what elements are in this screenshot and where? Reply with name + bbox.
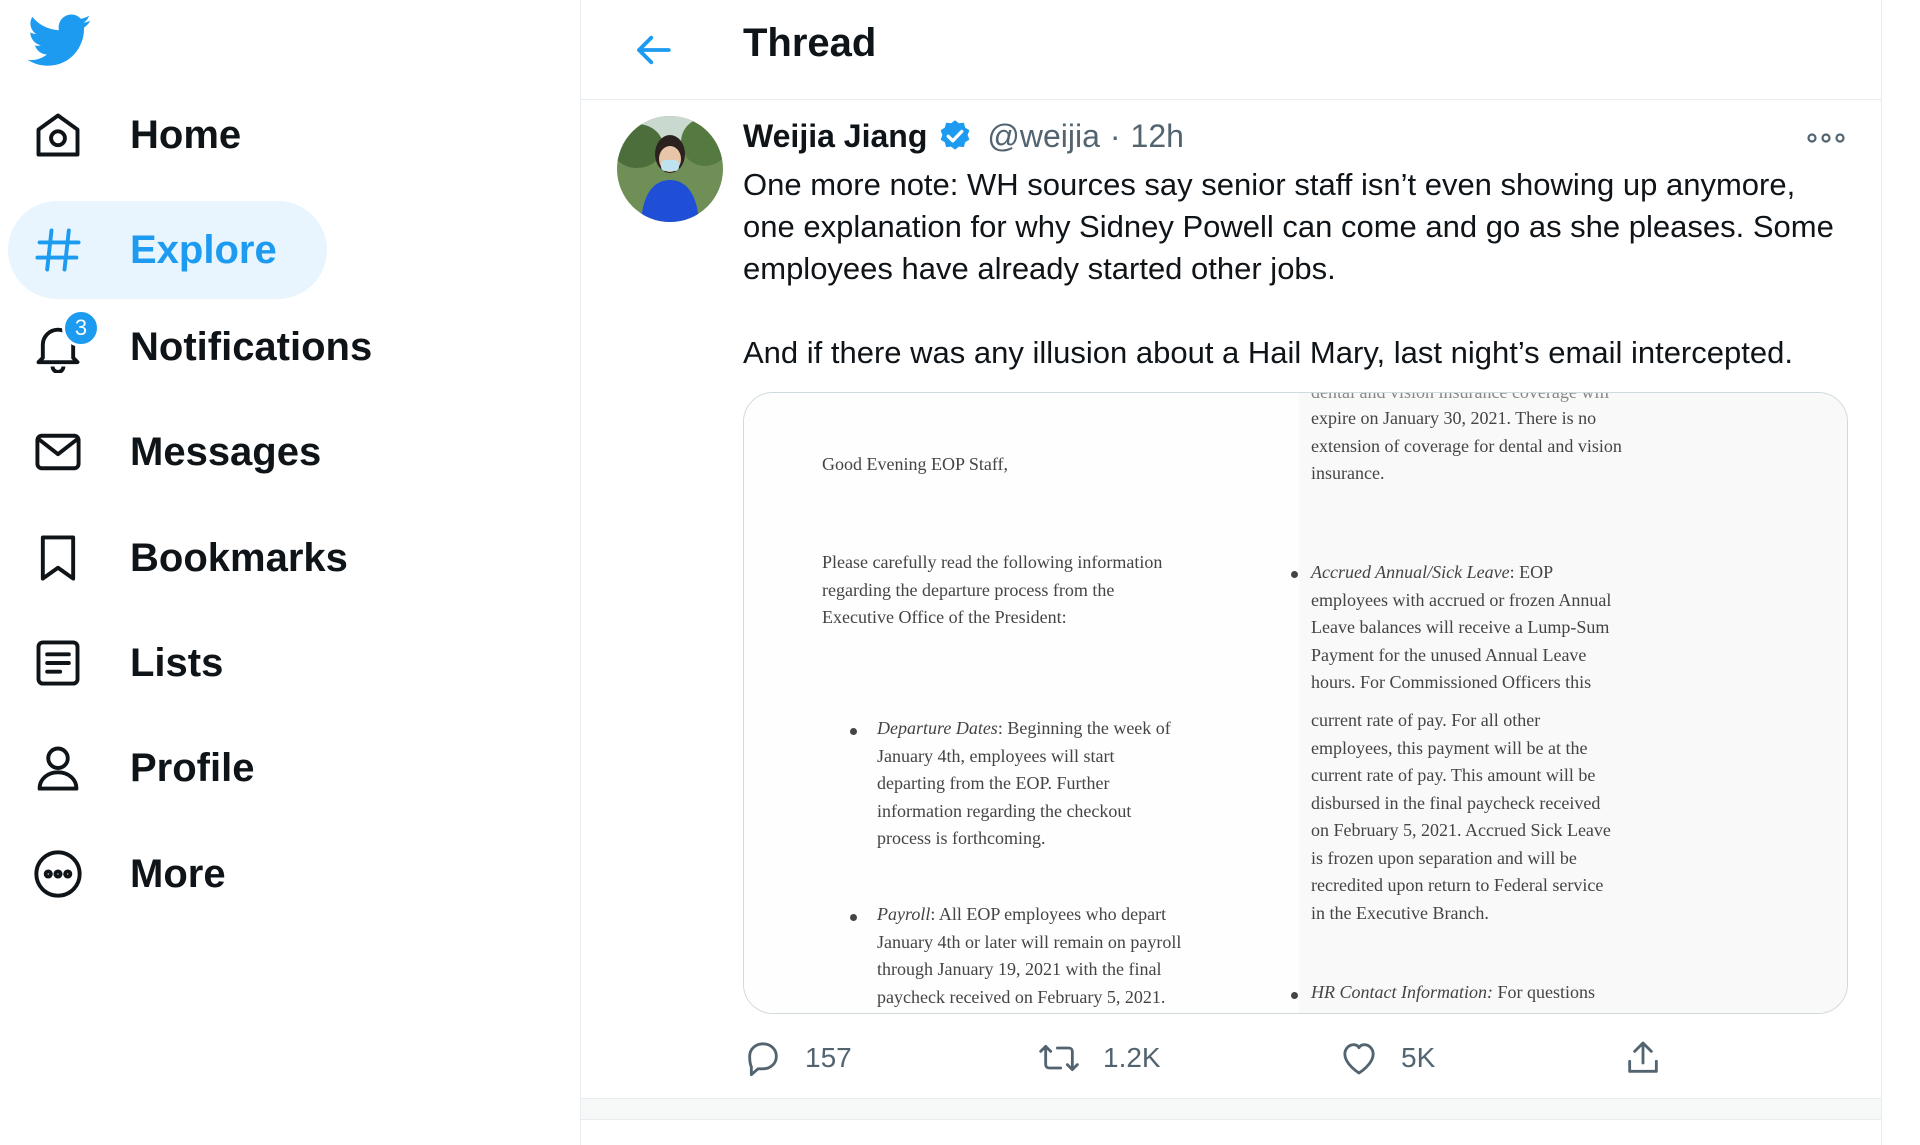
like-button[interactable]: 5K (1339, 1030, 1435, 1086)
section-divider (581, 1098, 1881, 1120)
reply-icon (748, 1042, 778, 1077)
author-handle[interactable]: @weijia (987, 118, 1100, 155)
retweet-button[interactable]: 1.2K (1037, 1030, 1161, 1086)
main-column: Thread Weijia Jiang @weijia · 12h One mo… (580, 0, 1882, 1145)
doc-bullet-departure: Departure Dates: Beginning the week of J… (877, 715, 1277, 853)
doc-intro: Please carefully read the following info… (822, 552, 1163, 627)
avatar[interactable] (617, 116, 723, 222)
twitter-bird-icon[interactable] (27, 14, 92, 70)
notification-badge: 3 (62, 309, 100, 347)
nav-label-lists: Lists (130, 640, 224, 685)
nav-label-bookmarks: Bookmarks (130, 535, 348, 580)
like-count: 5K (1401, 1042, 1436, 1073)
nav-label-more: More (130, 851, 226, 896)
doc-bullet-departure-title: Departure Dates (877, 718, 998, 738)
more-options-button[interactable] (1801, 118, 1851, 158)
document-right-column: dental and vision insurance coverage wil… (1291, 393, 1847, 1013)
reply-button[interactable]: 157 (743, 1030, 852, 1086)
envelope-icon (30, 424, 86, 480)
thread-header: Thread (581, 0, 1881, 100)
doc-bullet (850, 728, 857, 735)
nav-explore[interactable]: Explore (8, 201, 327, 299)
verified-badge-icon (937, 118, 973, 154)
page-title: Thread (743, 21, 877, 65)
tweet-text: One more note: WH sources say senior sta… (743, 164, 1853, 374)
doc-bullet (1291, 571, 1298, 578)
hashtag-icon (30, 222, 86, 278)
doc-right-mid: current rate of pay. For all other emplo… (1311, 710, 1611, 923)
list-icon (30, 635, 86, 691)
doc-bullet-hr-text: For questions (1493, 982, 1596, 1002)
doc-bullet (850, 914, 857, 921)
doc-bullet-hr: HR Contact Information: For questions (1311, 979, 1711, 1007)
nav-label-messages: Messages (130, 429, 322, 474)
retweet-count: 1.2K (1103, 1042, 1161, 1073)
doc-bullet-hr-title: HR Contact Information: (1311, 982, 1493, 1002)
share-button[interactable] (1623, 1030, 1663, 1086)
nav-label-home: Home (130, 112, 242, 157)
tweet-header: Weijia Jiang @weijia · 12h (743, 114, 1184, 158)
tweet-media-image[interactable]: Good Evening EOP Staff, Please carefully… (743, 392, 1848, 1014)
doc-bullet-payroll: Payroll: All EOP employees who depart Ja… (877, 901, 1287, 1011)
nav-label-explore: Explore (130, 227, 277, 272)
tweet: Weijia Jiang @weijia · 12h One more note… (581, 100, 1881, 1098)
author-name[interactable]: Weijia Jiang (743, 118, 927, 155)
arrow-left-icon (637, 35, 671, 65)
nav-label-notifications: Notifications (130, 324, 373, 369)
more-dots-icon (1807, 133, 1845, 143)
doc-bullet-leave-title: Accrued Annual/Sick Leave (1311, 562, 1510, 582)
tweet-timestamp[interactable]: 12h (1131, 118, 1184, 155)
tweet-text-paragraph-1: One more note: WH sources say senior sta… (743, 167, 1843, 286)
person-icon (30, 740, 86, 796)
separator-dot: · (1109, 117, 1121, 154)
document-left-column: Good Evening EOP Staff, Please carefully… (744, 393, 1299, 1013)
retweet-icon (1039, 1044, 1079, 1072)
doc-bullet-payroll-title: Payroll (877, 904, 931, 924)
bell-icon: 3 (30, 309, 100, 375)
nav-home[interactable]: Home (8, 86, 291, 184)
reply-count: 157 (805, 1042, 852, 1073)
heart-icon (1343, 1043, 1375, 1075)
bookmark-icon (30, 530, 86, 586)
doc-greeting: Good Evening EOP Staff, (822, 454, 1008, 474)
tweet-actions: 157 1.2K 5K (743, 1030, 1743, 1086)
back-button[interactable] (623, 20, 683, 80)
doc-right-top: expire on January 30, 2021. There is no … (1311, 408, 1622, 483)
nav-label-profile: Profile (130, 745, 255, 790)
nav-more[interactable]: More (8, 825, 276, 923)
share-icon (1628, 1041, 1658, 1073)
nav-lists[interactable]: Lists (8, 614, 273, 712)
doc-bullet (1291, 992, 1298, 999)
sidebar: Home Explore 3 Notifications Messages Bo… (0, 0, 580, 1145)
nav-notifications[interactable]: 3 Notifications (8, 298, 422, 396)
nav-messages[interactable]: Messages (8, 403, 371, 501)
home-icon (30, 107, 86, 163)
tweet-text-paragraph-2: And if there was any illusion about a Ha… (743, 335, 1793, 370)
doc-bullet-leave: Accrued Annual/Sick Leave: EOP employees… (1311, 559, 1711, 697)
nav-profile[interactable]: Profile (8, 719, 304, 817)
nav-bookmarks[interactable]: Bookmarks (8, 509, 398, 607)
more-circle-icon (30, 846, 86, 902)
